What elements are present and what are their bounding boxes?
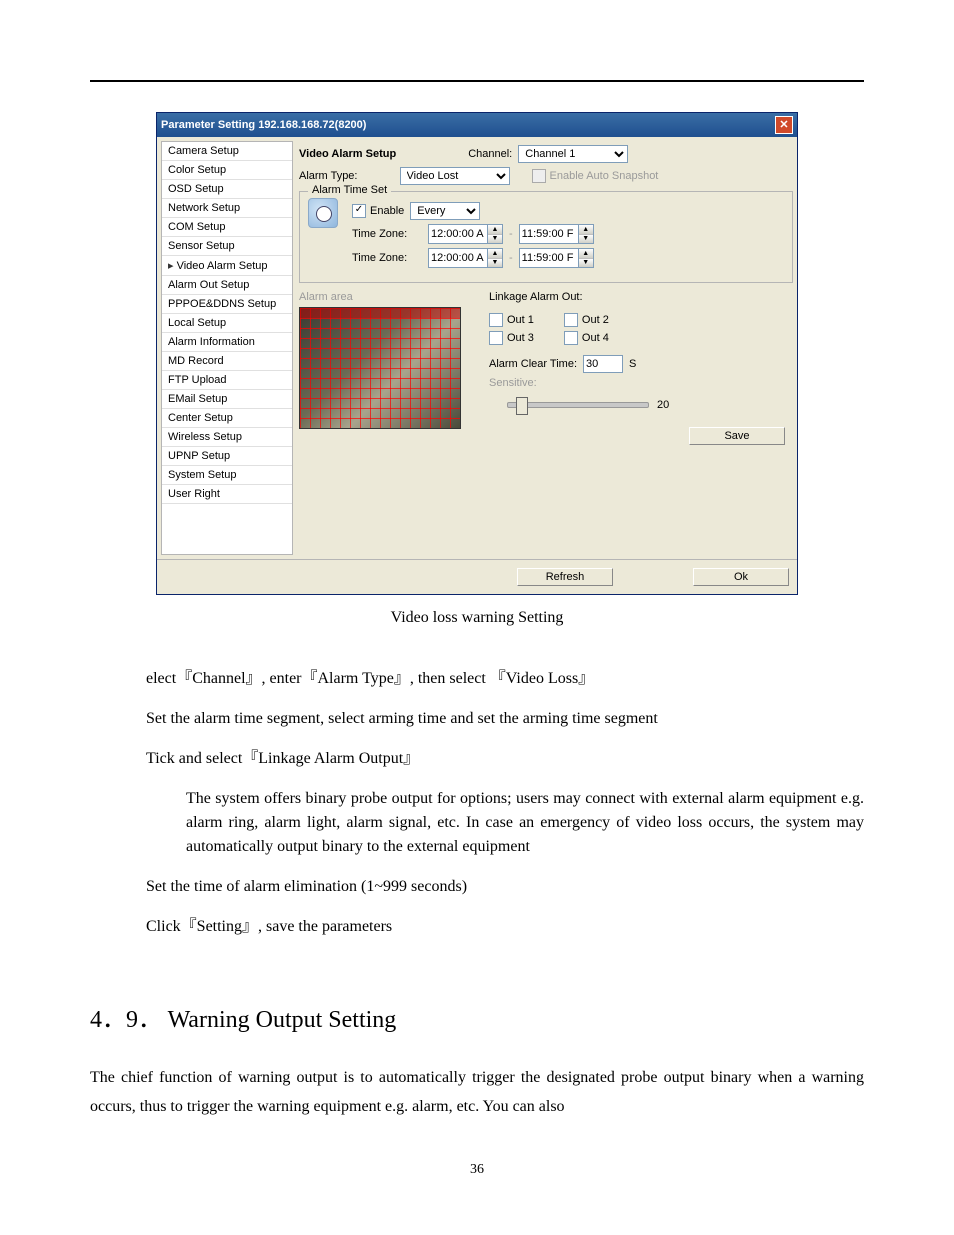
sidebar-item[interactable]: MD Record [162, 352, 292, 371]
sidebar-item[interactable]: Center Setup [162, 409, 292, 428]
sidebar-item[interactable]: COM Setup [162, 218, 292, 237]
panel-title: Video Alarm Setup [299, 148, 396, 160]
document-body: elect『Channel』, enter『Alarm Type』, then … [90, 667, 864, 939]
doc-line: Click『Setting』, save the parameters [146, 915, 864, 939]
close-icon[interactable]: ✕ [775, 116, 793, 134]
doc-line: The system offers binary probe output fo… [186, 787, 864, 859]
time-to-2[interactable]: ▲▼ [519, 248, 594, 268]
time-to-1[interactable]: ▲▼ [519, 224, 594, 244]
doc-line: elect『Channel』, enter『Alarm Type』, then … [146, 667, 864, 691]
alarm-type-label: Alarm Type: [299, 170, 358, 182]
page-number: 36 [90, 1162, 864, 1178]
timezone-label: Time Zone: [352, 228, 422, 240]
sidebar-item[interactable]: FTP Upload [162, 371, 292, 390]
alarm-time-set-group: Alarm Time Set Enable Every [299, 191, 793, 283]
enable-checkbox[interactable]: Enable [352, 204, 404, 218]
out2-checkbox[interactable]: Out 2 [564, 313, 609, 327]
alarm-clear-label: Alarm Clear Time: [489, 358, 577, 370]
sidebar: Camera Setup Color Setup OSD Setup Netwo… [161, 141, 293, 555]
section-heading: 4．9． Warning Output Setting [90, 999, 864, 1034]
sidebar-item[interactable]: User Right [162, 485, 292, 504]
ok-button[interactable]: Ok [693, 568, 789, 586]
section-body: The chief function of warning output is … [90, 1064, 864, 1122]
section-number: 4．9． [90, 1007, 162, 1033]
sidebar-item[interactable]: Color Setup [162, 161, 292, 180]
alarm-type-select[interactable]: Video Lost [400, 167, 510, 185]
clock-icon [308, 198, 338, 228]
panel: Video Alarm Setup Channel: Channel 1 Ala… [299, 141, 793, 555]
sensitive-slider[interactable]: 20 [489, 399, 793, 411]
time-from-2[interactable]: ▲▼ [428, 248, 503, 268]
doc-line: Set the time of alarm elimination (1~999… [146, 875, 864, 899]
group-legend: Alarm Time Set [308, 184, 391, 196]
channel-label: Channel: [468, 148, 512, 160]
out1-checkbox[interactable]: Out 1 [489, 313, 534, 327]
sidebar-item[interactable]: Alarm Out Setup [162, 276, 292, 295]
parameter-setting-dialog: Parameter Setting 192.168.168.72(8200) ✕… [156, 112, 798, 595]
sidebar-item[interactable]: Camera Setup [162, 142, 292, 161]
linkage-title: Linkage Alarm Out: [489, 291, 793, 303]
alarm-area-label: Alarm area [299, 291, 469, 303]
titlebar: Parameter Setting 192.168.168.72(8200) ✕ [157, 113, 797, 137]
sidebar-item-video-alarm[interactable]: Video Alarm Setup [162, 256, 292, 276]
bottom-bar: Refresh Ok [157, 559, 797, 594]
every-select[interactable]: Every [410, 202, 480, 220]
sidebar-item[interactable]: UPNP Setup [162, 447, 292, 466]
doc-line: Tick and select『Linkage Alarm Output』 [146, 747, 864, 771]
figure-caption: Video loss warning Setting [90, 609, 864, 627]
enable-auto-snapshot-checkbox: Enable Auto Snapshot [532, 169, 659, 183]
section-title: Warning Output Setting [168, 1007, 397, 1033]
alarm-clear-input[interactable] [583, 355, 623, 373]
sidebar-item[interactable]: EMail Setup [162, 390, 292, 409]
alarm-area-preview[interactable] [299, 307, 461, 429]
out3-checkbox[interactable]: Out 3 [489, 331, 534, 345]
window-title: Parameter Setting 192.168.168.72(8200) [161, 119, 366, 131]
save-button[interactable]: Save [689, 427, 785, 445]
out4-checkbox[interactable]: Out 4 [564, 331, 609, 345]
sidebar-item[interactable]: Alarm Information [162, 333, 292, 352]
sidebar-item[interactable]: OSD Setup [162, 180, 292, 199]
alarm-clear-unit: S [629, 358, 636, 370]
sidebar-item[interactable]: Local Setup [162, 314, 292, 333]
sidebar-item[interactable]: Wireless Setup [162, 428, 292, 447]
channel-select[interactable]: Channel 1 [518, 145, 628, 163]
time-from-1[interactable]: ▲▼ [428, 224, 503, 244]
timezone-label: Time Zone: [352, 252, 422, 264]
doc-line: Set the alarm time segment, select armin… [146, 707, 864, 731]
sensitive-label: Sensitive: [489, 377, 537, 389]
sidebar-item[interactable]: System Setup [162, 466, 292, 485]
sidebar-item[interactable]: Network Setup [162, 199, 292, 218]
sensitive-value: 20 [657, 399, 669, 411]
refresh-button[interactable]: Refresh [517, 568, 613, 586]
sidebar-item[interactable]: PPPOE&DDNS Setup [162, 295, 292, 314]
sidebar-item[interactable]: Sensor Setup [162, 237, 292, 256]
